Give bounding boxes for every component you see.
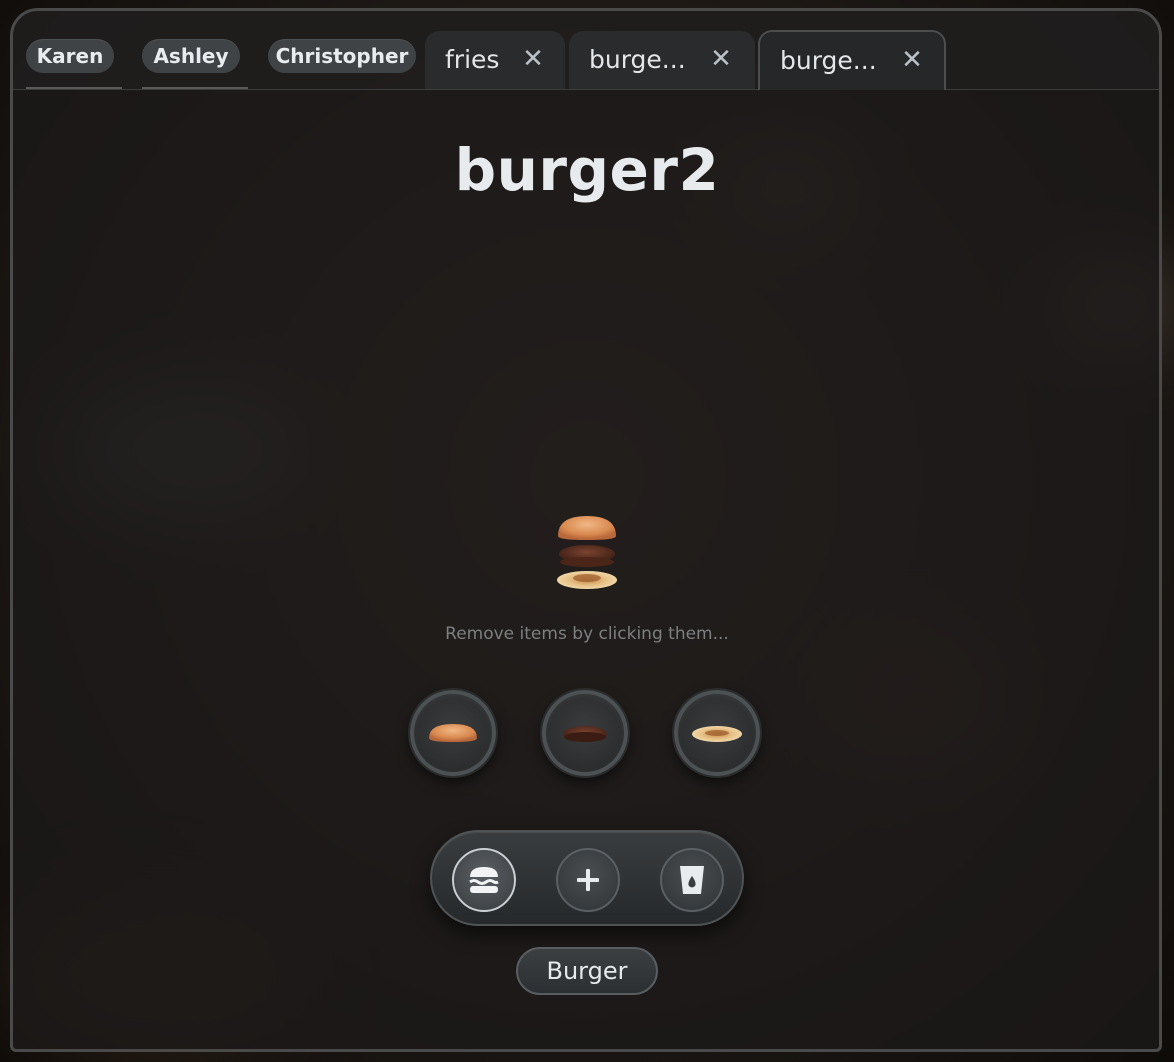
tab-label: fries bbox=[445, 45, 500, 74]
close-icon[interactable]: ✕ bbox=[521, 46, 545, 72]
close-icon[interactable]: ✕ bbox=[709, 46, 733, 72]
burger-icon bbox=[469, 867, 499, 893]
bun-bottom-icon bbox=[692, 726, 742, 742]
user-chip-christopher[interactable]: Christopher bbox=[268, 39, 416, 73]
user-chip-karen[interactable]: Karen bbox=[26, 39, 114, 73]
user-chip-label: Karen bbox=[36, 44, 104, 68]
drinks-category-button[interactable] bbox=[660, 848, 724, 912]
tab-fries[interactable]: fries ✕ bbox=[425, 31, 565, 89]
category-label-text: Burger bbox=[546, 957, 628, 985]
ingredient-bun-bottom-button[interactable] bbox=[674, 690, 760, 776]
user-chip-label: Ashley bbox=[153, 44, 229, 68]
selected-category-label[interactable]: Burger bbox=[516, 947, 658, 995]
tab-bar: Karen Ashley Christopher fries ✕ burge..… bbox=[13, 11, 1159, 90]
tab-label: burge... bbox=[589, 45, 686, 74]
drink-icon bbox=[680, 866, 704, 894]
category-toolbar bbox=[430, 830, 744, 926]
close-icon[interactable]: ✕ bbox=[900, 47, 924, 73]
plus-icon bbox=[577, 869, 599, 891]
bun-top-icon bbox=[429, 724, 477, 742]
instruction-text: Remove items by clicking them... bbox=[445, 624, 729, 644]
tab-burger[interactable]: burge... ✕ bbox=[569, 31, 755, 89]
page-title: burger2 bbox=[454, 136, 720, 204]
ingredient-patty-button[interactable] bbox=[542, 690, 628, 776]
tab-burger2[interactable]: burge... ✕ bbox=[758, 30, 946, 90]
burger-stack-image bbox=[557, 516, 617, 589]
patty-icon bbox=[563, 726, 607, 742]
divider bbox=[26, 87, 122, 89]
tab-label: burge... bbox=[780, 46, 877, 75]
user-chip-label: Christopher bbox=[275, 44, 409, 68]
user-chip-ashley[interactable]: Ashley bbox=[142, 39, 240, 73]
burger-category-button[interactable] bbox=[452, 848, 516, 912]
ingredient-bun-top-button[interactable] bbox=[410, 690, 496, 776]
divider bbox=[142, 87, 248, 89]
extras-category-button[interactable] bbox=[556, 848, 620, 912]
